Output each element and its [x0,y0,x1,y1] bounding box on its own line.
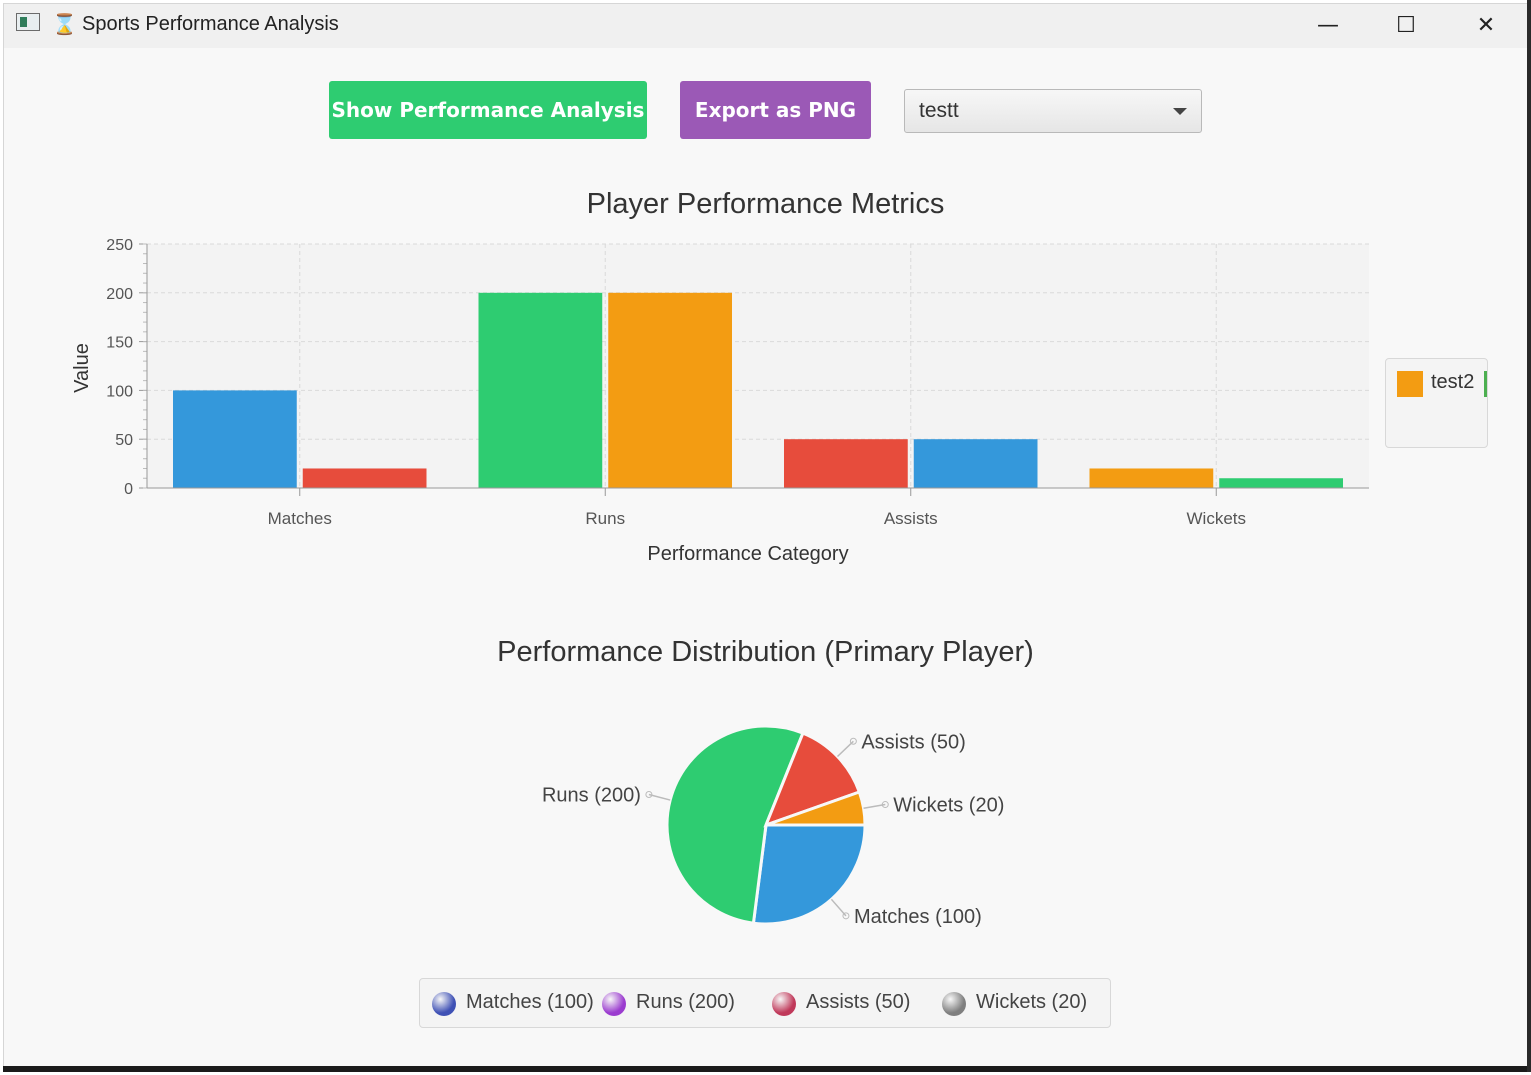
window-edge [1527,0,1531,1072]
main-content: Show Performance Analysis Export as PNG … [4,48,1527,1068]
close-button[interactable]: ✕ [1456,8,1516,44]
x-tick-label: Wickets [1187,509,1247,528]
title-bar: ⌛ Sports Performance Analysis — ☐ ✕ [4,4,1527,48]
app-window: ⌛ Sports Performance Analysis — ☐ ✕ Show… [3,3,1528,1069]
pie-legend-dot [602,992,626,1016]
y-tick-label: 150 [106,335,133,352]
legend-swatch-1 [1484,371,1487,397]
pie-legend-label: Matches (100) [466,991,594,1013]
x-tick-label: Assists [884,509,938,528]
pie-slice-label-2: Assists (50) [861,731,965,753]
pie-label-dot [842,912,850,920]
maximize-button[interactable]: ☐ [1376,8,1436,44]
pie-chart-legend: Matches (100) Runs (200) Assists (50) Wi… [419,978,1111,1028]
legend-swatch-0 [1397,371,1423,397]
plot-area [147,244,1369,488]
bar-runs-series-1 [608,292,732,488]
pie-legend-label: Runs (200) [636,991,735,1013]
y-tick-label: 100 [106,383,133,400]
pie-chart-title: Performance Distribution (Primary Player… [497,636,1034,668]
window-shadow [3,1066,1528,1072]
legend-label-0: test2 [1431,371,1475,393]
pie-slice-label-3: Wickets (20) [893,795,1004,817]
bar-matches-series-1 [302,468,427,488]
pie-slice-label-0: Matches (100) [854,906,982,928]
pie-chart: Matches (100) Runs (200) Assists (50) Wicke… [542,724,1004,928]
bar-wickets-series-0 [1089,468,1214,488]
y-tick-label: 200 [106,286,133,303]
pie-slice-label-1: Runs (200) [542,785,641,807]
bar-runs-series-0 [478,292,603,488]
x-axis-label: Performance Category [647,543,848,565]
hourglass-icon: ⌛ [52,14,77,36]
window-title: Sports Performance Analysis [82,13,339,35]
y-tick-label: 0 [124,481,133,498]
minimize-button[interactable]: — [1298,8,1358,44]
bar-wickets-series-1 [1219,478,1343,488]
y-tick-label: 250 [106,237,133,254]
pie-legend-dot [772,992,796,1016]
bar-assists-series-1 [913,439,1038,488]
pie-legend-label: Wickets (20) [976,991,1088,1013]
y-tick-label: 50 [115,432,133,449]
bar-chart: 0 50 100 150 200 250 Matches Runs Assists Wickets… [71,237,1369,565]
pie-legend-label: Assists (50) [806,991,911,1013]
bar-chart-legend: test2 te [1385,358,1488,448]
x-tick-label: Runs [585,509,625,528]
y-axis-label: Value [71,343,93,393]
bar-matches-series-0 [173,390,297,488]
bar-assists-series-0 [784,439,908,488]
pie-label-dot [849,737,857,745]
app-icon [16,13,40,31]
pie-legend-dot [942,992,966,1016]
pie-legend-dot [432,992,456,1016]
pie-slice-0 [751,823,867,926]
x-tick-label: Matches [268,509,332,528]
